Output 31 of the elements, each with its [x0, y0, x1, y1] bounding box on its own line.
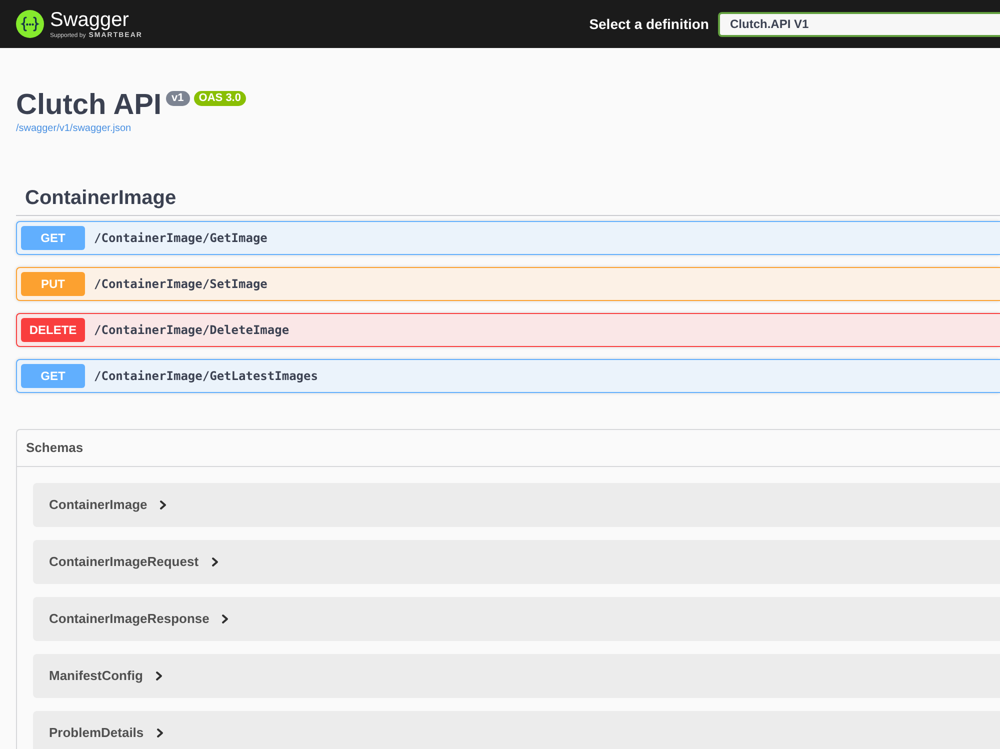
schema-name: ContainerImageRequest [49, 553, 199, 572]
schema-row[interactable]: ProblemDetails [33, 711, 1000, 749]
version-badge: v1 [166, 91, 190, 106]
method-badge: DELETE [21, 318, 85, 342]
swagger-logo-icon [16, 10, 44, 38]
method-badge: GET [21, 226, 85, 250]
schema-row[interactable]: ContainerImageRequest [33, 540, 1000, 584]
operation-row[interactable]: GET /ContainerImage/GetImage [16, 221, 1000, 255]
endpoint-path: /ContainerImage/DeleteImage [94, 322, 290, 339]
schema-name: ProblemDetails [49, 724, 144, 742]
oas-badge: OAS 3.0 [194, 91, 246, 106]
schema-row[interactable]: ContainerImage [33, 483, 1000, 527]
definition-label: Select a definition [589, 14, 709, 34]
schemas-header[interactable]: Schemas [17, 430, 1000, 467]
schema-row[interactable]: ManifestConfig [33, 654, 1000, 698]
schema-row[interactable]: ContainerImageResponse [33, 597, 1000, 641]
operation-row[interactable]: PUT /ContainerImage/SetImage [16, 267, 1000, 301]
schema-name: ManifestConfig [49, 667, 143, 686]
endpoint-path: /ContainerImage/GetImage [94, 230, 268, 247]
definition-select[interactable]: Clutch.API V1 [718, 12, 1000, 36]
schema-name: ContainerImage [49, 496, 148, 514]
api-title: Clutch API [16, 88, 162, 123]
endpoint-path: /ContainerImage/GetLatestImages [94, 368, 318, 385]
logo-text: Swagger [50, 8, 130, 30]
operation-row[interactable]: DELETE /ContainerImage/DeleteImage [16, 313, 1000, 347]
schema-name: ContainerImageResponse [49, 610, 210, 628]
operation-row[interactable]: GET /ContainerImage/GetLatestImages [16, 359, 1000, 393]
endpoint-path: /ContainerImage/SetImage [94, 276, 268, 293]
tag-header[interactable]: ContainerImage [16, 181, 1000, 216]
method-badge: GET [21, 364, 85, 388]
method-badge: PUT [21, 272, 85, 296]
